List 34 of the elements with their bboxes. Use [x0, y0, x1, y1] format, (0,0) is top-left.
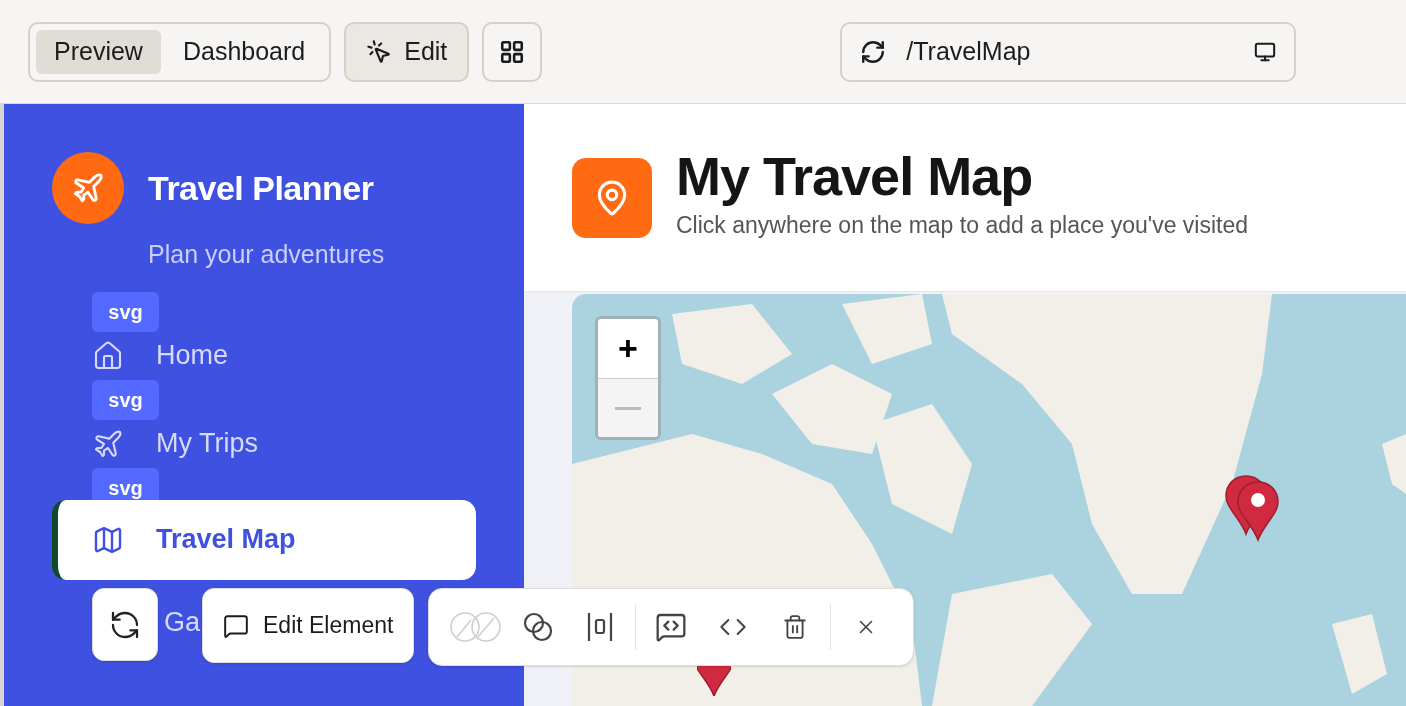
view-tab[interactable]: Preview — [36, 29, 161, 74]
url-text: /TravelMap — [906, 35, 1032, 67]
comment-icon — [223, 612, 249, 639]
reload-icon[interactable] — [860, 38, 887, 65]
nav-label: My Trips — [156, 427, 258, 461]
unlink-icon — [449, 610, 504, 644]
edit-element-button[interactable]: Edit Element — [202, 588, 415, 663]
app-subtitle: Plan your adventures — [148, 239, 386, 270]
regenerate-button[interactable] — [92, 588, 158, 661]
page-title: My Travel Map — [676, 145, 1034, 209]
app-title: Travel Planner — [148, 167, 374, 209]
home-icon — [92, 339, 124, 372]
element-tag: svg — [92, 379, 159, 420]
code-comment-icon — [655, 611, 688, 643]
nav-item[interactable]: Travel Map — [52, 499, 476, 580]
view-tab[interactable]: Dashboard — [164, 29, 324, 74]
monitor-icon[interactable] — [1254, 40, 1277, 63]
cursor-click-icon — [366, 38, 393, 65]
nav-label: Home — [156, 339, 229, 373]
nav-label: Travel Map — [156, 523, 296, 557]
url-bar[interactable]: /TravelMap — [840, 21, 1297, 82]
spacing-icon — [586, 611, 615, 643]
trash-icon — [782, 614, 809, 640]
overlap-circles-icon — [522, 611, 555, 643]
element-tag: svg — [92, 291, 159, 332]
map-pins-icon[interactable] — [1222, 474, 1282, 542]
nav-item[interactable]: My Trips — [52, 419, 476, 468]
edit-button[interactable]: Edit — [344, 21, 470, 82]
page-subtitle: Click anywhere on the map to add a place you've visited — [676, 211, 1249, 241]
nav-item[interactable]: Home — [52, 331, 476, 380]
plane-icon — [71, 171, 105, 205]
grid-button[interactable] — [482, 21, 543, 82]
grid-icon — [499, 38, 526, 65]
minus-icon — [615, 406, 641, 410]
